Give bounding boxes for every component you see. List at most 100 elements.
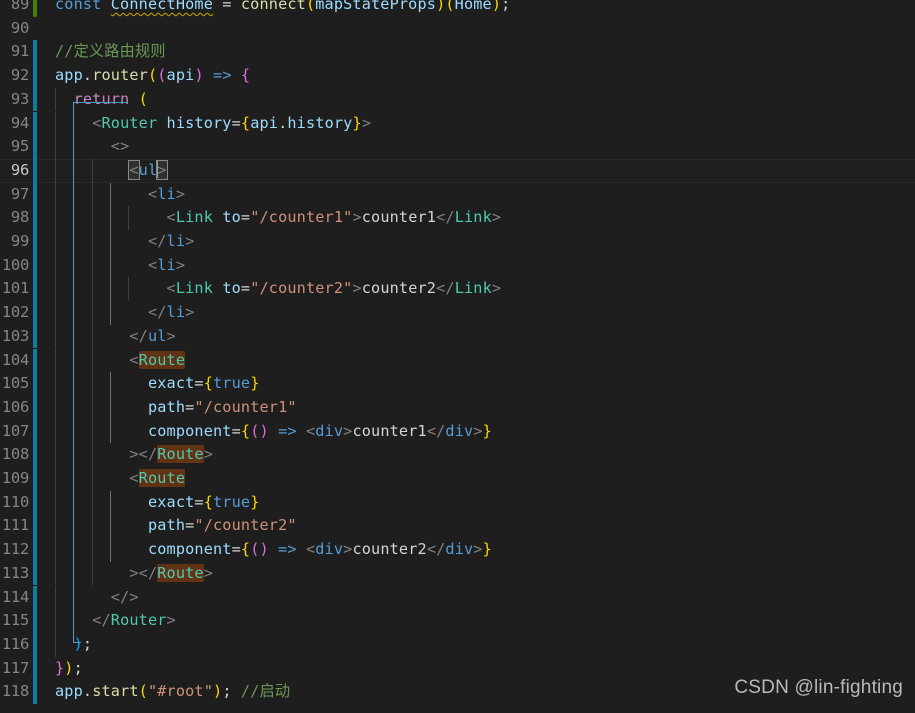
git-change-indicator bbox=[33, 419, 37, 444]
code-token: ) bbox=[491, 0, 502, 13]
git-change-indicator bbox=[33, 40, 37, 65]
code-editor-viewport[interactable]: 89 const ConnectHome = connect(mapStatePr… bbox=[0, 0, 915, 713]
code-line[interactable]: 103 </ul> bbox=[0, 324, 915, 349]
code-token: </ bbox=[147, 232, 167, 250]
line-number: 116 bbox=[1, 634, 29, 653]
code-token: component bbox=[147, 540, 232, 559]
code-token: //启动 bbox=[240, 682, 291, 701]
code-token: { bbox=[203, 492, 213, 511]
code-token: ; bbox=[73, 658, 83, 677]
git-change-indicator bbox=[33, 514, 37, 539]
code-token: } bbox=[55, 658, 65, 677]
code-token: > bbox=[203, 445, 214, 464]
code-token: </ bbox=[147, 303, 167, 322]
code-line[interactable]: 92 app.router((api) => { bbox=[0, 64, 915, 88]
code-token: true bbox=[213, 374, 251, 393]
code-token: //定义路由规则 bbox=[55, 42, 166, 61]
code-token: counter1 bbox=[352, 421, 427, 440]
code-line[interactable]: 95 <> bbox=[0, 135, 915, 159]
code-line[interactable]: 114 </> bbox=[0, 585, 915, 610]
code-token: app bbox=[55, 66, 83, 85]
code-token: ( bbox=[147, 66, 158, 85]
code-line[interactable]: 89 const ConnectHome = connect(mapStatePr… bbox=[0, 0, 915, 17]
code-token: = bbox=[240, 208, 251, 227]
code-line[interactable]: 116 ); bbox=[0, 632, 915, 657]
code-token: exact bbox=[147, 492, 195, 511]
line-number: 107 bbox=[1, 421, 29, 440]
code-line[interactable]: 97 <li> bbox=[0, 182, 915, 207]
code-line[interactable]: 102 </li> bbox=[0, 301, 915, 325]
code-line[interactable]: 104 <Route bbox=[0, 348, 915, 373]
code-token: ( bbox=[138, 682, 148, 701]
code-token: li bbox=[157, 184, 176, 203]
line-number: 96 bbox=[10, 160, 29, 179]
code-token: = bbox=[231, 113, 241, 132]
git-change-indicator bbox=[33, 230, 37, 254]
code-line[interactable]: 99 </li> bbox=[0, 230, 915, 254]
code-token: li bbox=[166, 232, 186, 250]
code-token: ) bbox=[259, 540, 269, 559]
code-line[interactable]: 101 <Link to="/counter2">counter2</Link> bbox=[0, 277, 915, 302]
git-change-indicator bbox=[33, 253, 37, 278]
code-line[interactable]: 106 path="/counter1" bbox=[0, 395, 915, 420]
code-token: { bbox=[240, 66, 251, 85]
code-line[interactable]: 100 <li> bbox=[0, 253, 915, 278]
code-token: { bbox=[240, 421, 251, 440]
code-token: Link bbox=[175, 208, 214, 227]
code-token: history bbox=[287, 113, 353, 132]
code-token: ConnectHome bbox=[110, 0, 213, 13]
code-line[interactable]: 108 ></Route> bbox=[0, 443, 915, 467]
code-line[interactable]: 90 bbox=[0, 17, 915, 41]
code-line[interactable]: 110 exact={true} bbox=[0, 490, 915, 515]
code-token: ) bbox=[64, 658, 74, 677]
code-line-text: <li> bbox=[55, 254, 185, 278]
code-token: li bbox=[166, 303, 186, 322]
line-number: 89 bbox=[10, 0, 29, 13]
code-token: = bbox=[194, 492, 204, 511]
code-line[interactable]: 91 //定义路由规则 bbox=[0, 40, 915, 65]
code-token: ( bbox=[305, 0, 316, 13]
code-line[interactable]: 94 <Router history={api.history}> bbox=[0, 111, 915, 136]
git-change-indicator bbox=[33, 277, 37, 302]
code-line[interactable]: 113 ></Route> bbox=[0, 561, 915, 586]
code-line-text: app.router((api) => { bbox=[55, 64, 250, 88]
code-line[interactable]: 115 </Router> bbox=[0, 609, 915, 633]
git-change-indicator bbox=[33, 0, 37, 17]
code-token: { bbox=[240, 540, 251, 559]
line-number: 111 bbox=[1, 516, 29, 535]
code-line-text: <Link to="/counter1">counter1</Link> bbox=[55, 206, 501, 230]
code-line[interactable]: 107 component={() => <div>counter1</div>… bbox=[0, 419, 915, 444]
code-token: return bbox=[73, 89, 130, 108]
line-number: 112 bbox=[1, 540, 29, 559]
code-token: ( bbox=[138, 89, 148, 108]
code-line[interactable]: 111 path="/counter2" bbox=[0, 514, 915, 539]
git-change-indicator bbox=[33, 158, 37, 183]
code-token: start bbox=[92, 682, 139, 701]
code-line[interactable]: 96 <ul> bbox=[0, 158, 915, 183]
line-number: 109 bbox=[1, 469, 29, 487]
code-line-text: </li> bbox=[55, 301, 194, 325]
code-token: = bbox=[194, 374, 204, 393]
git-change-indicator bbox=[33, 87, 37, 112]
code-line[interactable]: 109 <Route bbox=[0, 467, 915, 491]
code-token: > bbox=[156, 159, 168, 180]
code-token: api bbox=[250, 113, 279, 132]
line-number: 105 bbox=[1, 374, 29, 393]
code-line[interactable]: 112 component={() => <div>counter2</div>… bbox=[0, 538, 915, 562]
code-token: api bbox=[166, 66, 195, 85]
code-line[interactable]: 98 <Link to="/counter1">counter1</Link> bbox=[0, 206, 915, 230]
code-token: Home bbox=[454, 0, 492, 13]
git-change-indicator bbox=[33, 301, 37, 325]
code-line[interactable]: 105 exact={true} bbox=[0, 372, 915, 396]
code-line[interactable]: 93 return ( bbox=[0, 87, 915, 112]
git-change-indicator bbox=[33, 135, 37, 159]
line-number: 99 bbox=[10, 232, 29, 250]
code-line-text: <Route bbox=[55, 467, 186, 491]
code-token: => bbox=[213, 66, 232, 85]
code-token: < bbox=[305, 540, 316, 559]
